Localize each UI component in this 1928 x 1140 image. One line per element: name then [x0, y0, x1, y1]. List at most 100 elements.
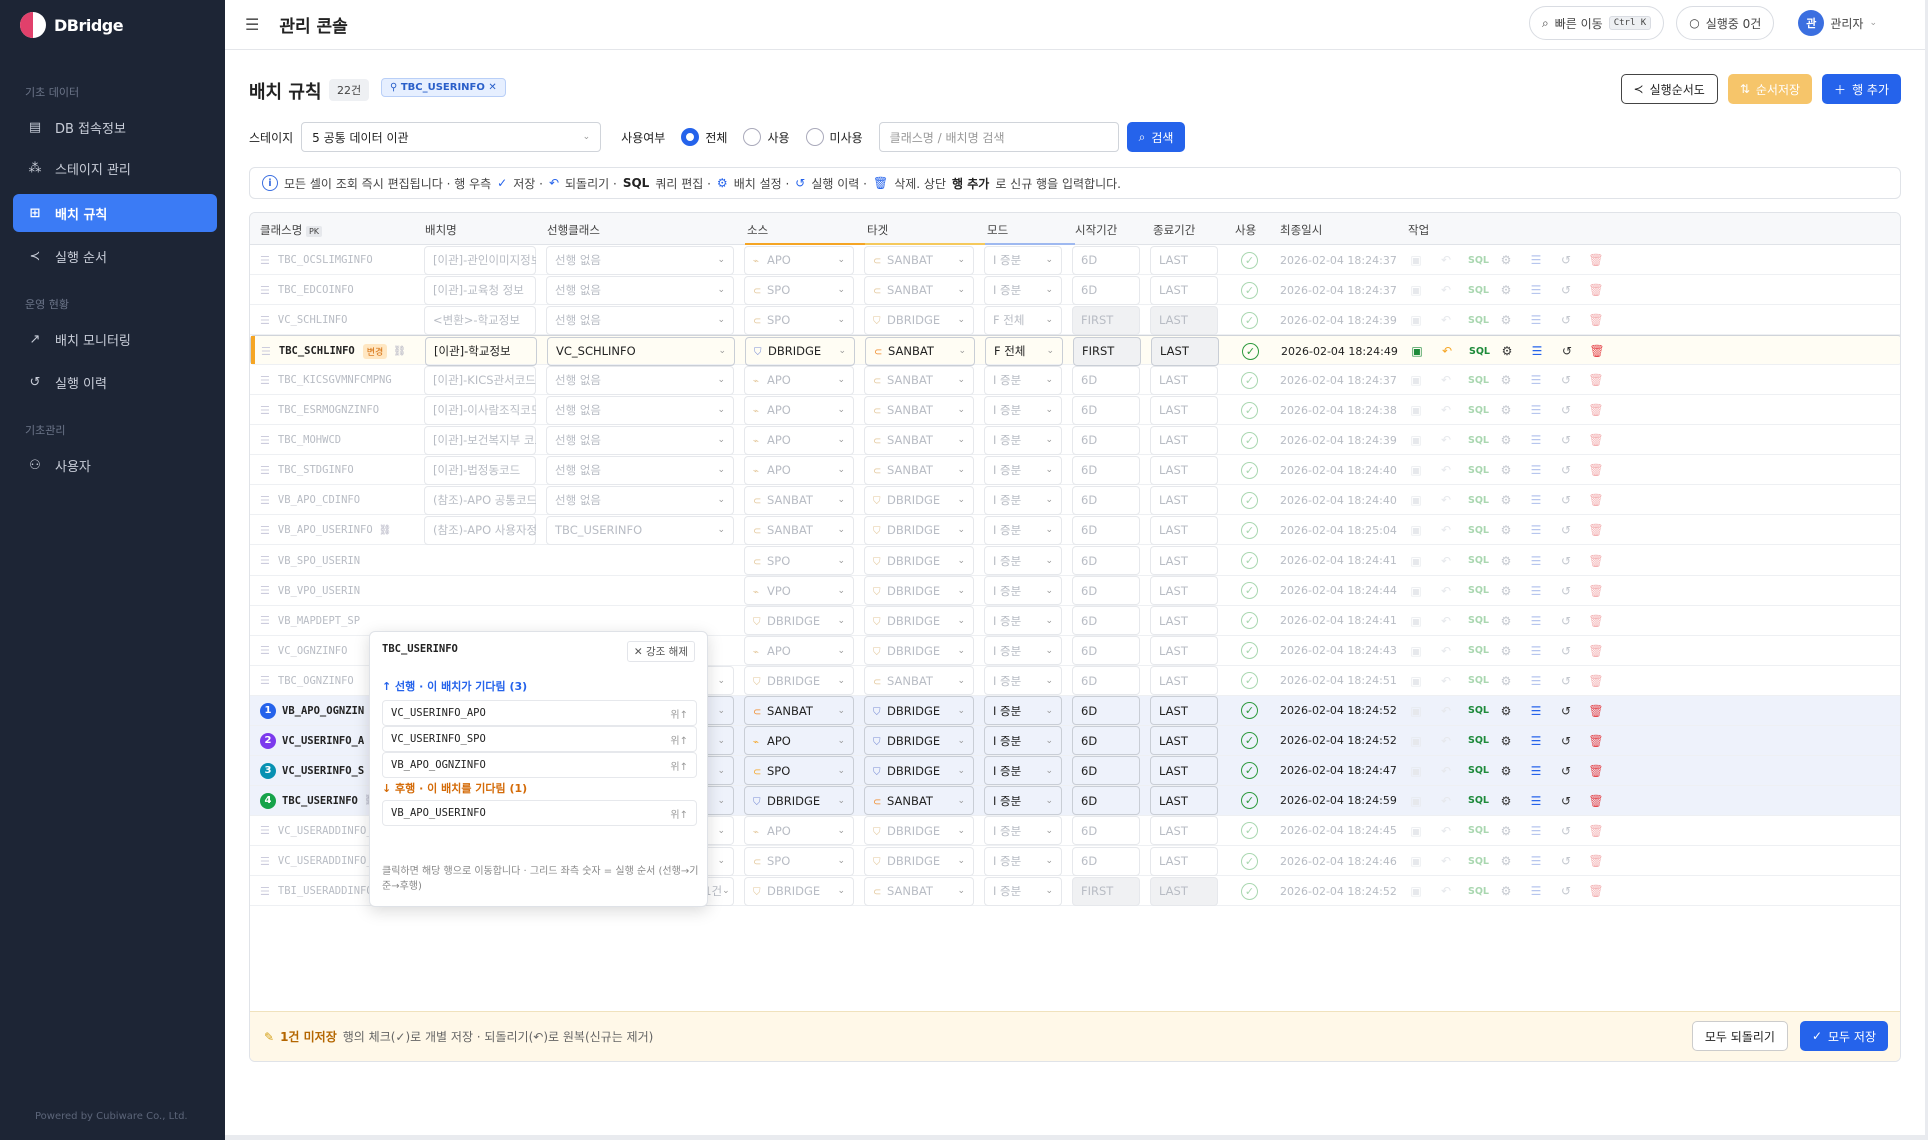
gear-icon[interactable]: ⚙ [1498, 674, 1514, 688]
gear-icon[interactable]: ⚙ [1498, 704, 1514, 718]
mode-select[interactable]: I 증분 ⌄ [984, 546, 1062, 575]
history-icon[interactable]: ↺ [1558, 734, 1574, 748]
target-select[interactable]: ⛉ DBRIDGE ⌄ [864, 636, 974, 666]
end-period-input[interactable]: LAST [1151, 336, 1219, 366]
use-toggle[interactable]: ✓ [1241, 852, 1258, 870]
revert-all-button[interactable]: 모두 되돌리기 [1691, 1021, 1788, 1051]
table-row[interactable]: ☰ TBC_EDCOINFO [이관]-교육청 정보 선행 없음 ⌄ ⊂ SPO ⌄ ⊂ SANB… [250, 275, 1900, 306]
trash-icon[interactable]: 🗑 [1588, 644, 1604, 658]
batch-name-input[interactable]: [이관]-보건복지부 코드 [424, 425, 536, 455]
gear-icon[interactable]: ⚙ [1498, 884, 1514, 898]
trash-icon[interactable]: 🗑 [1588, 554, 1604, 568]
undo-icon[interactable]: ↶ [1438, 644, 1454, 658]
save-icon[interactable]: ▣ [1408, 704, 1424, 718]
undo-icon[interactable]: ↶ [1438, 614, 1454, 628]
sql-button[interactable]: SQL [1468, 856, 1489, 867]
trash-icon[interactable]: 🗑 [1588, 614, 1604, 628]
add-row-button[interactable]: ＋ 행 추가 [1822, 74, 1901, 104]
sql-button[interactable]: SQL [1468, 735, 1489, 746]
list-icon[interactable]: ☰ [1528, 403, 1544, 417]
running-status-button[interactable]: ○ 실행중 0건 [1676, 6, 1775, 40]
use-toggle[interactable]: ✓ [1241, 461, 1258, 479]
drag-handle-icon[interactable]: ☰ [260, 644, 270, 657]
target-select[interactable]: ⊂ SANBAT ⌄ [864, 876, 974, 906]
mode-select[interactable]: I 증분 ⌄ [984, 606, 1062, 636]
menu-icon[interactable]: ☰ [245, 15, 259, 34]
start-period-input[interactable]: 6D [1072, 846, 1140, 876]
save-icon[interactable]: ▣ [1408, 644, 1424, 658]
trash-icon[interactable]: 🗑 [1588, 854, 1604, 868]
mode-select[interactable]: I 증분 ⌄ [984, 485, 1062, 515]
sidebar-item-users[interactable]: ⚇ 사용자 [13, 446, 217, 484]
save-icon[interactable]: ▣ [1408, 854, 1424, 868]
table-row[interactable]: ☰ VB_SPO_USERIN ⊂ SPO ⌄ ⛉ DBRIDGE ⌄ I 증분 ⌄ 6D LAST ✓… [250, 546, 1900, 576]
target-select[interactable]: ⛉ DBRIDGE ⌄ [864, 756, 974, 786]
undo-icon[interactable]: ↶ [1438, 493, 1454, 507]
predecessor-select[interactable]: TBC_USERINFO ⌄ [546, 515, 734, 545]
source-select[interactable]: ⌁ APO ⌄ [744, 395, 854, 425]
drag-handle-icon[interactable]: ☰ [260, 434, 270, 447]
start-period-input[interactable]: 6D [1072, 425, 1140, 455]
target-select[interactable]: ⛉ DBRIDGE ⌄ [864, 485, 974, 515]
history-icon[interactable]: ↺ [1558, 283, 1574, 297]
history-icon[interactable]: ↺ [1558, 884, 1574, 898]
end-period-input[interactable]: LAST [1150, 726, 1218, 756]
save-icon[interactable]: ▣ [1408, 283, 1424, 297]
gear-icon[interactable]: ⚙ [1498, 854, 1514, 868]
predecessor-item[interactable]: VB_APO_OGNZINFO 위↑ [382, 752, 697, 778]
trash-icon[interactable]: 🗑 [1588, 403, 1604, 417]
mode-select[interactable]: I 증분 ⌄ [984, 726, 1062, 756]
mode-select[interactable]: I 증분 ⌄ [984, 816, 1062, 846]
undo-icon[interactable]: ↶ [1438, 584, 1454, 598]
list-icon[interactable]: ☰ [1528, 674, 1544, 688]
drag-handle-icon[interactable]: ☰ [260, 464, 270, 477]
save-icon[interactable]: ▣ [1408, 253, 1424, 267]
search-input[interactable]: 클래스명 / 배치명 검색 [878, 122, 1119, 152]
start-period-input[interactable]: 6D [1072, 666, 1140, 696]
quick-move-button[interactable]: ⌕ 빠른 이동 Ctrl K [1528, 6, 1665, 40]
history-icon[interactable]: ↺ [1558, 253, 1574, 267]
save-icon[interactable]: ▣ [1408, 313, 1424, 327]
batch-name-input[interactable]: [이관]-학교정보 [425, 336, 537, 366]
end-period-input[interactable]: LAST [1150, 606, 1218, 636]
end-period-input[interactable]: LAST [1150, 455, 1218, 485]
start-period-input[interactable]: 6D [1072, 576, 1140, 606]
use-toggle[interactable]: ✓ [1241, 491, 1258, 509]
gear-icon[interactable]: ⚙ [1498, 554, 1514, 568]
sidebar-item-monitor[interactable]: ↗ 배치 모니터링 [13, 320, 217, 358]
undo-icon[interactable]: ↶ [1438, 373, 1454, 387]
use-toggle[interactable]: ✓ [1241, 401, 1258, 419]
sidebar-item-stage[interactable]: ⁂ 스테이지 관리 [13, 149, 217, 187]
undo-icon[interactable]: ↶ [1438, 764, 1454, 778]
batch-name-input[interactable]: [이관]-이사람조직코드 [424, 395, 536, 425]
use-toggle[interactable]: ✓ [1241, 882, 1258, 900]
end-period-input[interactable]: LAST [1150, 275, 1218, 305]
save-icon[interactable]: ▣ [1408, 764, 1424, 778]
history-icon[interactable]: ↺ [1558, 433, 1574, 447]
table-row[interactable]: ☰ TBC_KICSGVMNFCMPNG [이관]-KICS관서코드 선행 없음 ⌄ ⌁ A… [250, 365, 1900, 396]
predecessor-select[interactable]: 선행 없음 ⌄ [546, 455, 734, 485]
start-period-input[interactable]: 6D [1072, 696, 1140, 726]
use-toggle[interactable]: ✓ [1241, 521, 1258, 539]
list-icon[interactable]: ☰ [1528, 523, 1544, 537]
start-period-input[interactable]: FIRST [1072, 305, 1140, 335]
history-icon[interactable]: ↺ [1558, 313, 1574, 327]
drag-handle-icon[interactable]: ☰ [260, 674, 270, 687]
source-select[interactable]: ⊂ SPO ⌄ [744, 275, 854, 305]
start-period-input[interactable]: FIRST [1072, 876, 1140, 906]
trash-icon[interactable]: 🗑 [1588, 433, 1604, 447]
trash-icon[interactable]: 🗑 [1588, 493, 1604, 507]
trash-icon[interactable]: 🗑 [1588, 523, 1604, 537]
sql-button[interactable]: SQL [1468, 435, 1489, 446]
trash-icon[interactable]: 🗑 [1588, 734, 1604, 748]
col-mode[interactable]: 모드 [987, 222, 1008, 238]
undo-icon[interactable]: ↶ [1438, 554, 1454, 568]
start-period-input[interactable]: 6D [1072, 515, 1140, 545]
mode-select[interactable]: I 증분 ⌄ [984, 756, 1062, 786]
predecessor-select[interactable]: 선행 없음 ⌄ [546, 365, 734, 395]
history-icon[interactable]: ↺ [1558, 644, 1574, 658]
source-select[interactable]: ⊂ SPO ⌄ [744, 305, 854, 335]
start-period-input[interactable]: 6D [1072, 546, 1140, 575]
sql-button[interactable]: SQL [1468, 765, 1489, 776]
sidebar-item-batch-rules[interactable]: ⊞ 배치 규칙 [13, 194, 217, 232]
